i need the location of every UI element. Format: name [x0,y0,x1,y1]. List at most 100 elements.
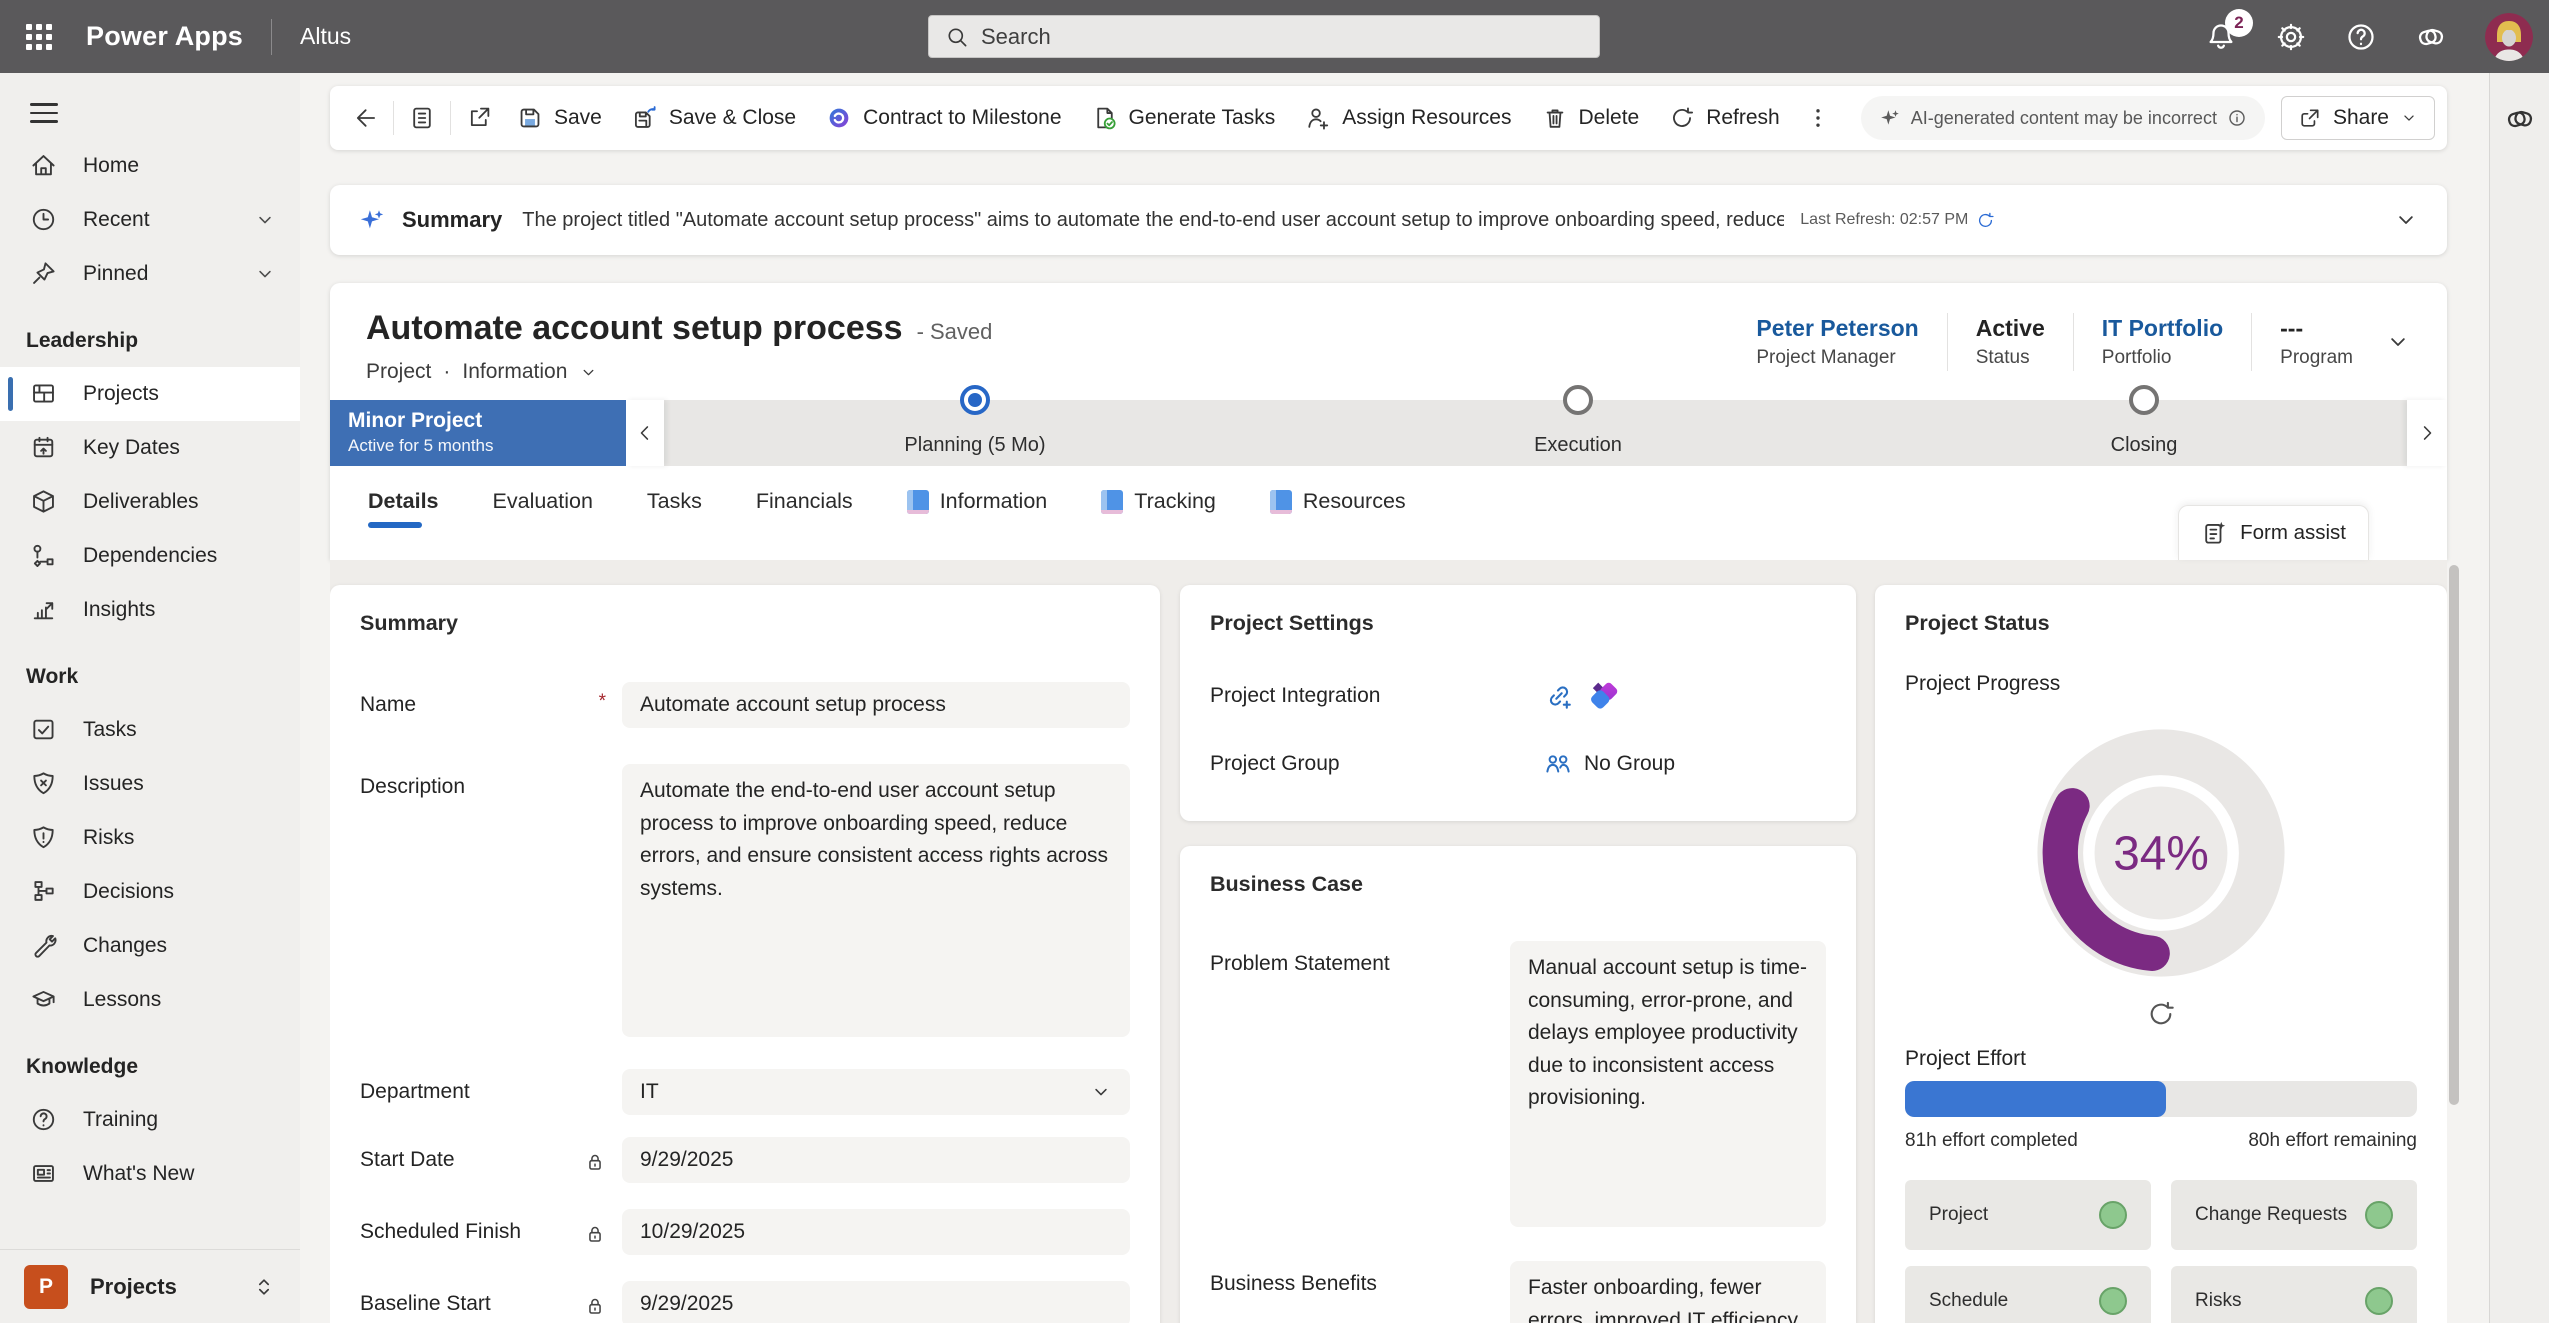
copilot-icon[interactable] [2415,21,2447,53]
baseline-start-input[interactable]: 9/29/2025 [622,1281,1130,1323]
start-date-input[interactable]: 9/29/2025 [622,1137,1130,1183]
problem-statement-textarea[interactable]: Manual account setup is time-consuming, … [1510,941,1826,1227]
tab-details[interactable]: Details [368,483,439,532]
updown-chevron-icon[interactable] [252,1275,276,1299]
sidebar-item-recent[interactable]: Recent [0,193,300,247]
sidebar-item-insights[interactable]: Insights [0,583,300,637]
share-button[interactable]: Share [2281,96,2435,140]
sidebar-item-deliverables[interactable]: Deliverables [0,475,300,529]
description-textarea[interactable]: Automate the end-to-end user account set… [622,764,1130,1037]
bpf-scroll-right-button[interactable] [2407,400,2447,466]
sidebar-item-projects[interactable]: Projects [0,367,300,421]
header-field-program[interactable]: --- Program [2252,313,2381,371]
stage-radio-current[interactable] [960,385,990,415]
bpf-stage-execution[interactable]: Execution [1378,400,1778,466]
sidebar-item-whats-new[interactable]: What's New [0,1147,300,1201]
copilot-panel-icon[interactable] [2504,103,2536,135]
sidebar-item-decisions[interactable]: Decisions [0,865,300,919]
area-switcher[interactable]: P Projects [0,1249,300,1323]
project-group-value[interactable]: No Group [1544,750,1675,778]
link-add-icon[interactable] [1544,681,1574,711]
chevron-down-icon[interactable] [254,209,276,231]
collapse-sidebar-button[interactable] [30,97,58,129]
stage-radio[interactable] [2129,385,2159,415]
user-avatar[interactable] [2485,13,2533,61]
sidebar-item-changes[interactable]: Changes [0,919,300,973]
popout-button[interactable] [456,95,502,141]
field-value[interactable]: Peter Peterson [1756,315,1918,342]
project-integration-value[interactable] [1544,678,1622,714]
status-tile-change-requests[interactable]: Change Requests [2171,1180,2417,1250]
check-square-icon [30,716,57,743]
scheduled-finish-input[interactable]: 10/29/2025 [622,1209,1130,1255]
delete-button[interactable]: Delete [1527,95,1655,141]
form-assist-button[interactable]: Form assist [2178,505,2369,560]
notifications-button[interactable]: 2 [2205,21,2237,53]
sidebar-item-issues[interactable]: Issues [0,757,300,811]
contract-to-milestone-button[interactable]: Contract to Milestone [811,95,1076,141]
share-icon [2298,106,2322,130]
header-field-status[interactable]: Active Status [1948,313,2074,371]
tab-information[interactable]: Information [907,483,1048,532]
tab-resources[interactable]: Resources [1270,483,1406,532]
chart-refresh-icon[interactable] [2146,999,2176,1029]
sidebar-item-lessons[interactable]: Lessons [0,973,300,1027]
header-field-portfolio[interactable]: IT Portfolio Portfolio [2074,313,2252,371]
expand-header-chevron-icon[interactable] [2385,329,2411,355]
app-launcher-icon[interactable] [26,24,52,50]
lock-icon [584,1295,606,1317]
sidebar-item-tasks[interactable]: Tasks [0,703,300,757]
status-tile-project[interactable]: Project [1905,1180,2151,1250]
sidebar-item-home[interactable]: Home [0,139,300,193]
project-settings-card: Project Settings Project Integration Pro… [1180,585,1856,821]
field-value[interactable]: IT Portfolio [2102,315,2223,342]
bpf-stage-closing[interactable]: Closing [1944,400,2344,466]
back-button[interactable] [342,95,388,141]
sidebar-item-pinned[interactable]: Pinned [0,247,300,301]
settings-gear-icon[interactable] [2275,21,2307,53]
refresh-button[interactable]: Refresh [1654,95,1795,141]
more-commands-button[interactable] [1795,95,1841,141]
scrollbar-thumb[interactable] [2449,565,2459,1105]
sidebar-item-training[interactable]: Training [0,1093,300,1147]
refresh-icon[interactable] [1976,211,1995,230]
app-brand[interactable]: Power Apps [86,21,243,52]
bpf-stage-planning[interactable]: Planning (5 Mo) [775,400,1175,466]
tab-tasks[interactable]: Tasks [647,483,702,532]
tab-financials[interactable]: Financials [756,483,853,532]
status-tile-risks[interactable]: Risks [2171,1266,2417,1323]
help-icon[interactable] [2345,21,2377,53]
expand-summary-chevron-icon[interactable] [2393,207,2419,233]
chevron-right-icon [2416,422,2438,444]
bpf-active-stage-chip[interactable]: Minor Project Active for 5 months [330,400,626,466]
save-button[interactable]: Save [502,95,617,141]
field-value: --- [2280,315,2353,342]
assign-resources-button[interactable]: Assign Resources [1290,95,1526,141]
header-field-project-manager[interactable]: Peter Peterson Project Manager [1728,313,1947,371]
chevron-down-icon[interactable] [254,263,276,285]
project-logo-icon[interactable] [1586,678,1622,714]
sidebar-item-key-dates[interactable]: Key Dates [0,421,300,475]
name-input[interactable]: Automate account setup process [622,682,1130,728]
save-and-close-button[interactable]: Save & Close [617,95,811,141]
sidebar-item-dependencies[interactable]: Dependencies [0,529,300,583]
vertical-scrollbar[interactable] [2449,565,2459,1315]
chevron-down-icon[interactable] [579,363,598,382]
sidebar-item-risks[interactable]: Risks [0,811,300,865]
business-benefits-textarea[interactable]: Faster onboarding, fewer errors, improve… [1510,1261,1826,1323]
tab-evaluation[interactable]: Evaluation [493,483,593,532]
form-selector[interactable]: Information [462,360,567,384]
popout-icon [466,105,492,131]
form-selector-button[interactable] [399,95,445,141]
area-initial-badge: P [24,1265,68,1309]
generate-tasks-button[interactable]: Generate Tasks [1077,95,1291,141]
info-icon[interactable] [2227,108,2247,128]
department-select[interactable]: IT [622,1069,1130,1115]
bpf-scroll-left-button[interactable] [626,400,664,466]
tab-tracking[interactable]: Tracking [1101,483,1216,532]
status-tile-schedule[interactable]: Schedule [1905,1266,2151,1323]
pin-icon [30,260,57,287]
global-search-input[interactable]: Search [928,15,1600,58]
stage-radio[interactable] [1563,385,1593,415]
environment-name[interactable]: Altus [300,23,351,50]
